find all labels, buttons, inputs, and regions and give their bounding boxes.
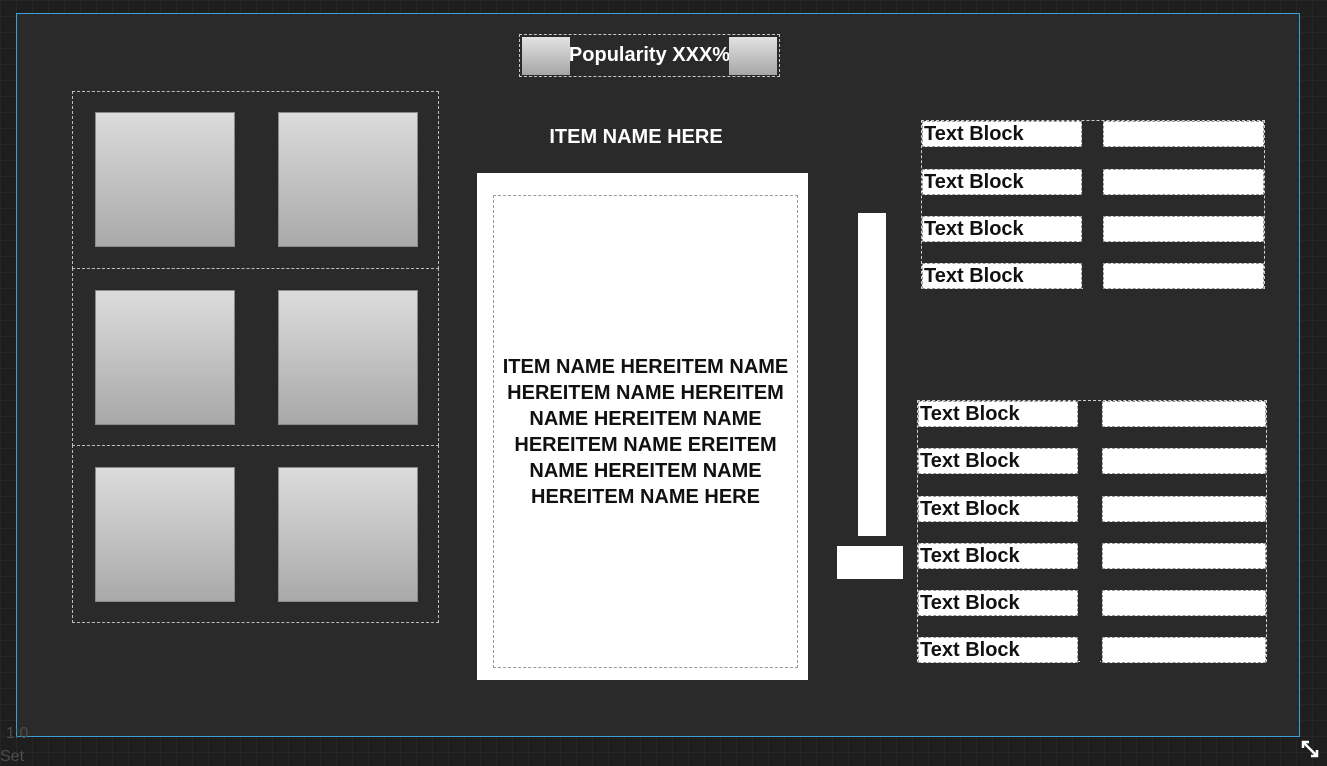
- stat-row: Text Block: [922, 216, 1264, 242]
- stat-row: Text Block: [918, 448, 1266, 474]
- inventory-slot[interactable]: [278, 112, 418, 247]
- stat-row: Text Block: [918, 543, 1266, 569]
- popularity-right-cap: [729, 37, 777, 75]
- inventory-slot[interactable]: [95, 290, 235, 425]
- stat-row: Text Block: [918, 401, 1266, 427]
- stat-row: Text Block: [918, 496, 1266, 522]
- stat-label: Text Block: [922, 263, 1082, 289]
- inventory-slot[interactable]: [95, 467, 235, 602]
- zoom-scale-label: 1:0: [6, 725, 29, 742]
- stat-value-field[interactable]: [1102, 590, 1266, 616]
- inventory-slot[interactable]: [95, 112, 235, 247]
- stat-row: Text Block: [918, 637, 1266, 663]
- stat-row: Text Block: [918, 590, 1266, 616]
- stat-row: Text Block: [922, 121, 1264, 147]
- popularity-bar: Popularity XXX%: [519, 34, 780, 77]
- item-name-title: ITEM NAME HERE: [549, 126, 723, 148]
- stat-value-field[interactable]: [1102, 448, 1266, 474]
- stat-label: Text Block: [922, 121, 1082, 147]
- stat-row: Text Block: [922, 263, 1264, 289]
- stat-label: Text Block: [918, 590, 1078, 616]
- popularity-left-cap: [522, 37, 570, 75]
- widget-canvas[interactable]: Popularity XXX% ITEM NAME HERE ITEM NAME…: [16, 13, 1300, 737]
- stat-value-field[interactable]: [1102, 496, 1266, 522]
- scrollbar-thumb[interactable]: [837, 546, 903, 579]
- stat-value-field[interactable]: [1102, 637, 1266, 663]
- stat-value-field[interactable]: [1103, 216, 1264, 242]
- stat-row: Text Block: [922, 169, 1264, 195]
- stat-label: Text Block: [922, 216, 1082, 242]
- resize-diagonal-icon[interactable]: [1300, 739, 1320, 759]
- item-description-card: ITEM NAME HEREITEM NAME HEREITEM NAME HE…: [477, 173, 808, 680]
- popularity-label: Popularity XXX%: [568, 44, 731, 66]
- stats-group-bottom: Text Block Text Block Text Block Text Bl…: [917, 400, 1267, 663]
- stat-label: Text Block: [918, 448, 1078, 474]
- stat-label: Text Block: [918, 401, 1078, 427]
- stat-value-field[interactable]: [1102, 401, 1266, 427]
- stat-label: Text Block: [918, 543, 1078, 569]
- stat-value-field[interactable]: [1103, 169, 1264, 195]
- inventory-slot[interactable]: [278, 467, 418, 602]
- stat-value-field[interactable]: [1103, 121, 1264, 147]
- stat-value-field[interactable]: [1103, 263, 1264, 289]
- item-description-frame: ITEM NAME HEREITEM NAME HEREITEM NAME HE…: [493, 195, 798, 668]
- item-description-text: ITEM NAME HEREITEM NAME HEREITEM NAME HE…: [502, 355, 789, 508]
- inventory-row-3: [72, 445, 439, 623]
- inventory-slot[interactable]: [278, 290, 418, 425]
- stat-label: Text Block: [922, 169, 1082, 195]
- inventory-row-1: [72, 91, 439, 269]
- stat-value-field[interactable]: [1102, 543, 1266, 569]
- stat-label: Text Block: [918, 637, 1078, 663]
- stat-label: Text Block: [918, 496, 1078, 522]
- stats-group-top: Text Block Text Block Text Block Text Bl…: [921, 120, 1265, 289]
- viewport-set-label: Set: [0, 748, 25, 765]
- scrollbar-track[interactable]: [858, 213, 886, 536]
- inventory-row-2: [72, 268, 439, 446]
